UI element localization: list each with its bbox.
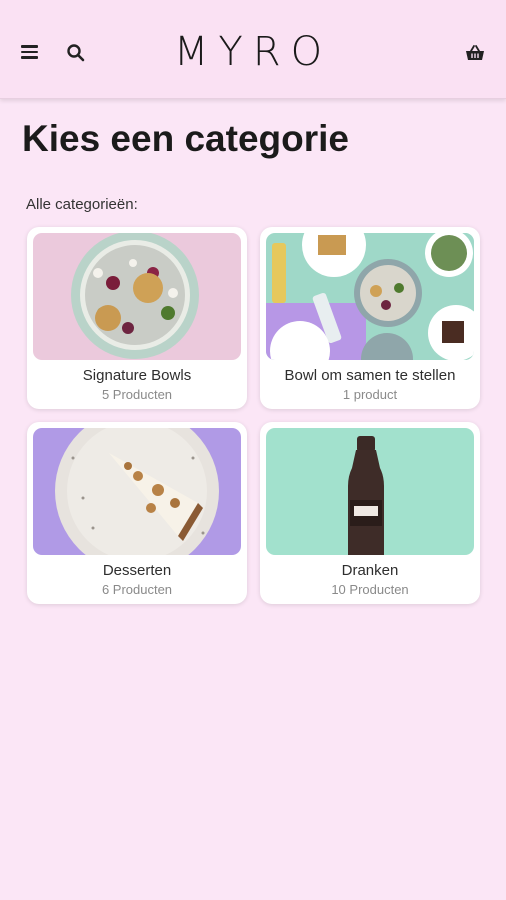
multiple-bowls-photo [266, 233, 474, 360]
cake-slice-photo [33, 428, 241, 555]
basket-icon[interactable] [465, 44, 485, 62]
search-icon[interactable] [66, 43, 86, 63]
category-name: Dranken [341, 562, 399, 579]
category-count: 1 product [342, 387, 398, 402]
water-bottle-photo [266, 428, 474, 555]
category-card-desserten[interactable]: Desserten 6 Producten [27, 422, 247, 604]
page-title: Kies een categorie [22, 118, 349, 159]
brand-logo[interactable]: MYRO [168, 28, 338, 76]
category-card-dranken[interactable]: Dranken 10 Producten [260, 422, 480, 604]
category-count: 6 Producten [101, 582, 173, 597]
category-count: 10 Producten [331, 582, 409, 597]
hamburger-menu-icon[interactable] [21, 45, 38, 59]
category-name: Desserten [102, 562, 172, 579]
category-count: 5 Producten [101, 387, 173, 402]
salad-bowl-photo [33, 233, 241, 360]
app-header: MYRO [0, 0, 506, 99]
category-card-signature-bowls[interactable]: Signature Bowls 5 Producten [27, 227, 247, 409]
category-card-bowl-om-samen-te-stellen[interactable]: Bowl om samen te stellen 1 product [260, 227, 480, 409]
section-label: Alle categorieën: [26, 196, 138, 213]
category-name: Signature Bowls [82, 367, 192, 384]
category-name: Bowl om samen te stellen [284, 367, 456, 384]
